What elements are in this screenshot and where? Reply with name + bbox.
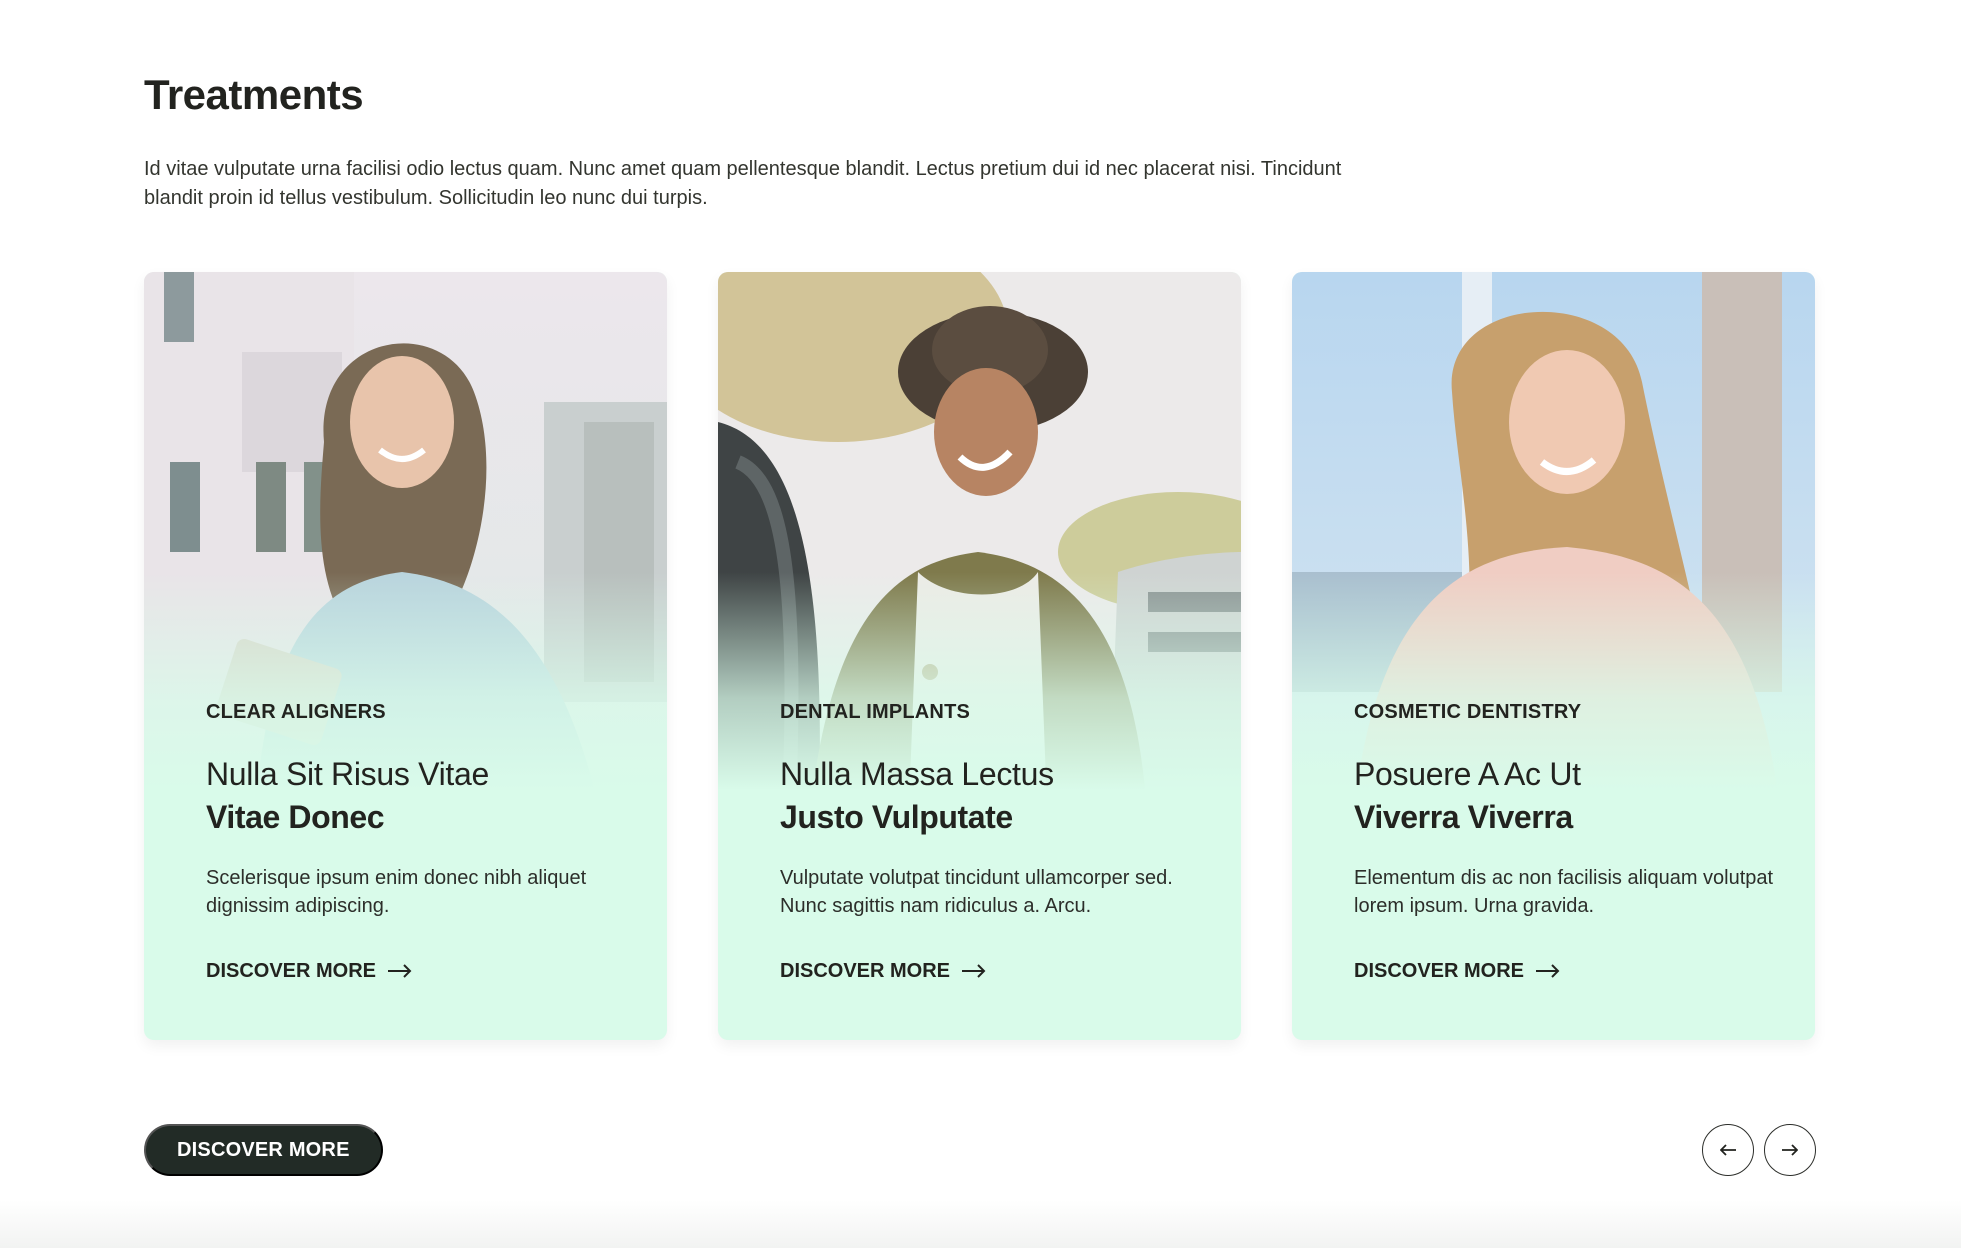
card-category: CLEAR ALIGNERS [206,701,386,723]
card-headline-light: Nulla Massa Lectus [780,756,1054,792]
card-description: Elementum dis ac non facilisis aliquam v… [1354,866,1774,917]
carousel-prev-button[interactable] [1702,1124,1754,1176]
treatment-card-clear-aligners[interactable]: CLEAR ALIGNERS Nulla Sit Risus Vitae Vit… [144,272,667,1040]
arrow-left-icon [1720,1144,1736,1156]
treatment-card-dental-implants[interactable]: DENTAL IMPLANTS Nulla Massa Lectus Justo… [718,272,1241,1040]
treatment-cards: CLEAR ALIGNERS Nulla Sit Risus Vitae Vit… [144,272,1816,1040]
section-title: Treatments [144,71,364,118]
bottom-shadow-strip [0,1200,1961,1248]
card-description: Scelerisque ipsum enim donec nibh alique… [206,866,587,917]
discover-more-label: DISCOVER MORE [780,959,951,982]
card-content: DENTAL IMPLANTS Nulla Massa Lectus Justo… [780,702,1200,983]
arrow-right-icon [1536,964,1560,978]
card-headline-bold: Justo Vulputate [780,798,1013,835]
section-intro: Id vitae vulputate urna facilisi odio le… [144,158,1342,209]
discover-more-button[interactable]: DISCOVER MORE [144,1124,383,1176]
carousel-next-button[interactable] [1764,1124,1816,1176]
card-content: COSMETIC DENTISTRY Posuere A Ac Ut Viver… [1354,702,1774,983]
arrow-right-icon [388,964,412,978]
card-headline-bold: Vitae Donec [206,798,385,835]
discover-more-link[interactable]: DISCOVER MORE [1354,960,1560,983]
card-description: Vulputate volutpat tincidunt ullamcorper… [780,866,1173,917]
arrow-right-icon [1782,1144,1798,1156]
discover-more-label: DISCOVER MORE [206,959,377,982]
arrow-right-icon [962,964,986,978]
card-category: COSMETIC DENTISTRY [1354,701,1582,723]
treatment-card-cosmetic-dentistry[interactable]: COSMETIC DENTISTRY Posuere A Ac Ut Viver… [1292,272,1815,1040]
card-content: CLEAR ALIGNERS Nulla Sit Risus Vitae Vit… [206,702,626,983]
card-category: DENTAL IMPLANTS [780,701,971,723]
discover-more-link[interactable]: DISCOVER MORE [780,960,986,983]
card-headline-bold: Viverra Viverra [1354,798,1573,835]
discover-more-link[interactable]: DISCOVER MORE [206,960,412,983]
card-headline-light: Nulla Sit Risus Vitae [206,756,490,792]
card-headline-light: Posuere A Ac Ut [1354,756,1581,792]
discover-more-label: DISCOVER MORE [1354,959,1525,982]
